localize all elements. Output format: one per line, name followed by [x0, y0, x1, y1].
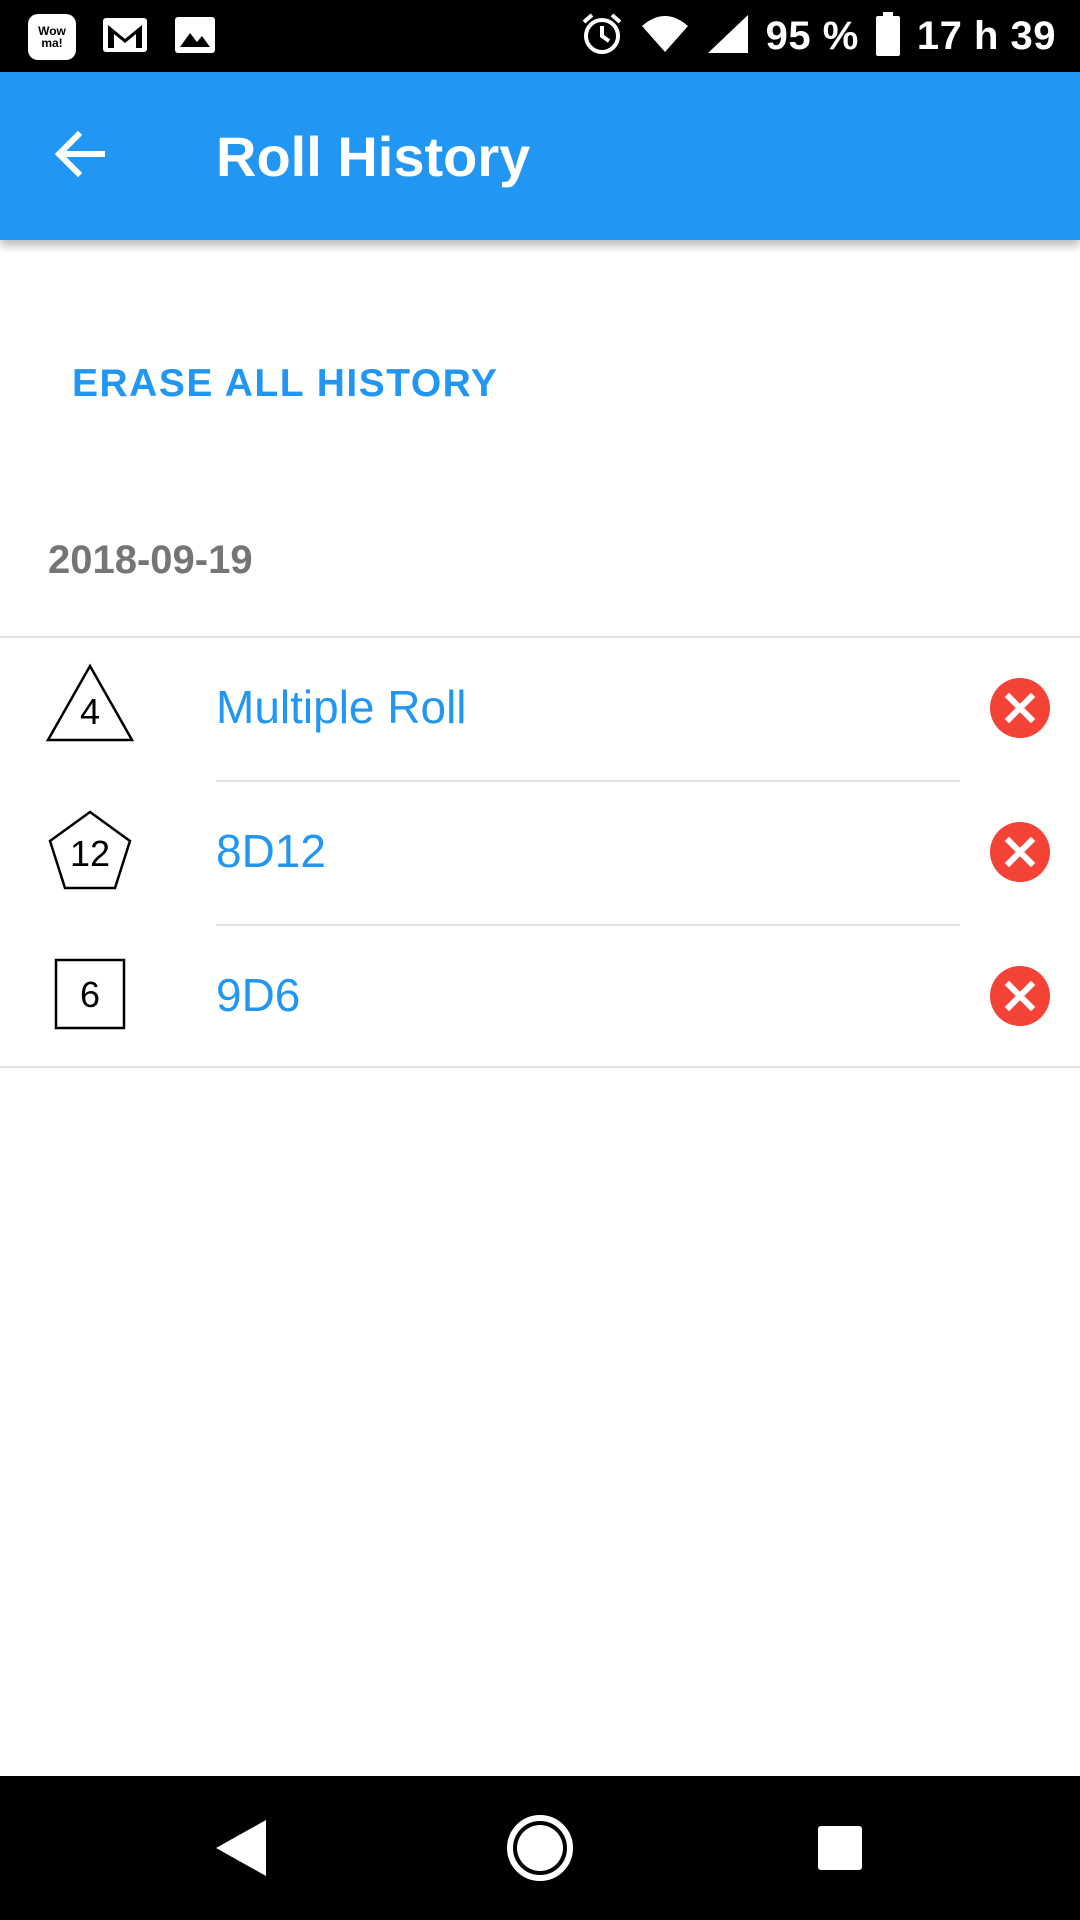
- date-header: 2018-09-19: [48, 538, 253, 582]
- close-icon: [1004, 980, 1036, 1012]
- app-bar: Roll History: [0, 72, 1080, 240]
- screen: Wow ma! 95 % 17 h 39 Roll History ERASE …: [0, 0, 1080, 1920]
- delete-roll-button[interactable]: [990, 678, 1050, 738]
- status-bar: Wow ma! 95 % 17 h 39: [0, 0, 1080, 72]
- system-status-icons: 95 % 17 h 39: [580, 10, 1056, 62]
- roll-label: 9D6: [216, 969, 301, 1021]
- roll-label: 8D12: [216, 825, 326, 877]
- wowma-app-icon: Wow ma!: [28, 14, 76, 60]
- close-icon: [1004, 692, 1036, 724]
- pentagon-d12-icon: 12: [44, 804, 136, 896]
- square-d6-icon: 6: [44, 948, 136, 1040]
- battery-icon: [875, 11, 901, 61]
- die-value: 6: [80, 974, 100, 1015]
- clock: 17 h 39: [916, 13, 1056, 58]
- delete-roll-button[interactable]: [990, 966, 1050, 1026]
- arrow-back-icon: [54, 130, 106, 183]
- roll-label: Multiple Roll: [216, 681, 467, 733]
- signal-icon: [706, 13, 750, 60]
- gmail-icon: [102, 17, 148, 58]
- navigation-bar: [0, 1776, 1080, 1920]
- erase-all-history-button[interactable]: ERASE ALL HISTORY: [72, 362, 498, 406]
- die-value: 12: [70, 833, 110, 874]
- back-nav-icon[interactable]: [200, 1808, 280, 1888]
- gallery-icon: [174, 15, 216, 60]
- back-button[interactable]: [40, 116, 120, 196]
- list-item[interactable]: 12 8D12: [0, 782, 1080, 926]
- alarm-icon: [580, 12, 624, 61]
- list-item[interactable]: 4 Multiple Roll: [0, 638, 1080, 782]
- divider: [0, 1066, 1080, 1068]
- battery-percentage: 95 %: [765, 13, 859, 58]
- wowma-label-line2: ma!: [41, 36, 63, 50]
- wifi-icon: [640, 14, 690, 59]
- die-value: 4: [80, 691, 100, 732]
- triangle-d4-icon: 4: [44, 660, 136, 752]
- close-icon: [1004, 836, 1036, 868]
- recents-nav-icon[interactable]: [800, 1808, 880, 1888]
- home-nav-icon[interactable]: [500, 1808, 580, 1888]
- page-title: Roll History: [216, 125, 531, 188]
- delete-roll-button[interactable]: [990, 822, 1050, 882]
- list-item[interactable]: 6 9D6: [0, 926, 1080, 1070]
- notification-icons: Wow ma!: [28, 14, 216, 60]
